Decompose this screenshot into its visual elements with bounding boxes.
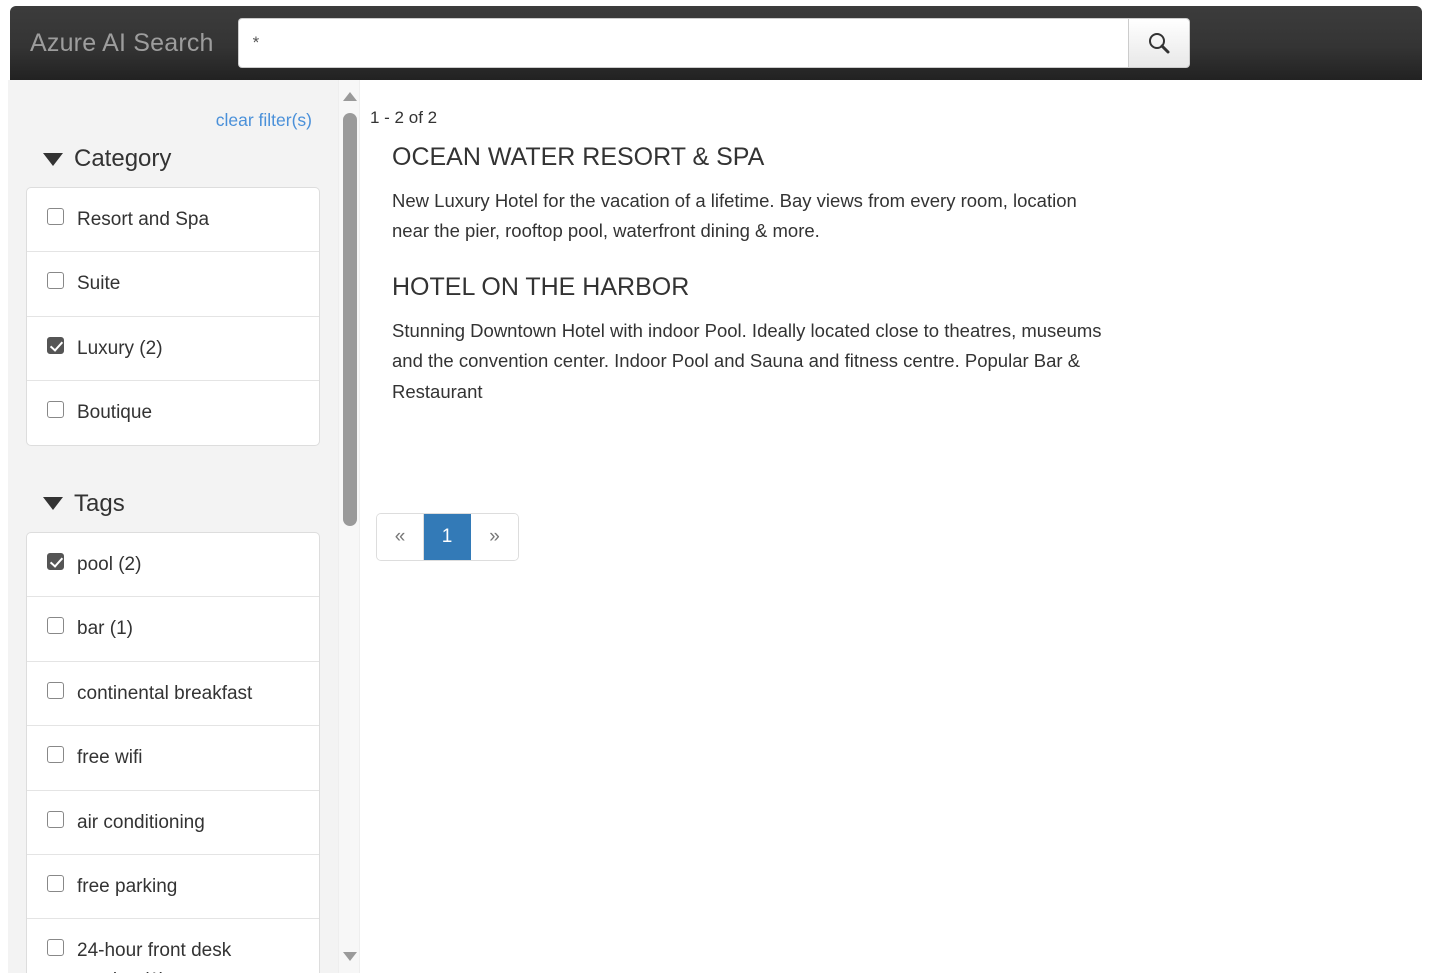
checkbox-icon[interactable] (47, 401, 64, 419)
checkbox-icon[interactable] (47, 810, 64, 828)
content-area: clear filter(s) Category Resort and Spa … (0, 80, 1432, 973)
facet-item-label: continental breakfast (77, 682, 253, 704)
facet-item-luxury[interactable]: Luxury (2) (27, 317, 319, 382)
facet-item-free-parking[interactable]: free parking (27, 855, 319, 920)
facet-item-continental-breakfast[interactable]: continental breakfast (27, 662, 319, 727)
facet-header-category[interactable]: Category (26, 135, 320, 187)
result-title[interactable]: HOTEL ON THE HARBOR (392, 272, 1402, 302)
facet-item-boutique[interactable]: Boutique (27, 381, 319, 444)
pagination: « 1 » (376, 512, 519, 561)
result-count-label: 1 - 2 of 2 (370, 108, 438, 127)
checkbox-icon[interactable] (47, 681, 64, 699)
caret-down-icon (43, 497, 63, 511)
checkbox-icon[interactable] (47, 874, 64, 892)
checkbox-icon[interactable] (47, 208, 64, 225)
facet-item-label: Luxury (2) (77, 337, 163, 359)
facet-list-category: Resort and Spa Suite Luxury (2) Boutique (26, 187, 320, 446)
facet-item-resort-and-spa[interactable]: Resort and Spa (27, 188, 319, 253)
facet-list-tags: pool (2) bar (1) continental breakfast f… (26, 531, 320, 973)
facet-item-label: Resort and Spa (77, 209, 210, 230)
facet-item-bar[interactable]: bar (1) (27, 597, 319, 662)
clear-filters-link[interactable]: clear filter(s) (216, 110, 312, 130)
pagination-next-button[interactable]: » (471, 513, 518, 560)
result-description: Stunning Downtown Hotel with indoor Pool… (392, 320, 1102, 402)
facet-item-label: bar (1) (77, 618, 133, 640)
caret-down-icon (43, 152, 63, 166)
top-navbar: Azure AI Search (10, 6, 1422, 80)
facet-item-label: 24-hour front desk service (1) (77, 940, 232, 973)
clear-filters-row: clear filter(s) (26, 80, 320, 135)
results-panel: 1 - 2 of 2 OCEAN WATER RESORT & SPA New … (362, 80, 1422, 973)
scrollbar-thumb[interactable] (343, 113, 357, 526)
facet-item-label: pool (2) (77, 553, 142, 575)
checkbox-icon[interactable] (47, 617, 64, 635)
facet-title-tags: Tags (74, 489, 125, 517)
result-item[interactable]: HOTEL ON THE HARBOR Stunning Downtown Ho… (370, 272, 1402, 406)
sidebar-scrollbar[interactable] (338, 80, 360, 973)
facet-title-category: Category (74, 145, 172, 172)
facet-item-24-hour-front-desk-service[interactable]: 24-hour front desk service (1) (27, 919, 319, 973)
result-item[interactable]: OCEAN WATER RESORT & SPA New Luxury Hote… (370, 142, 1402, 246)
facet-item-label: air conditioning (77, 811, 205, 833)
search-icon (1146, 30, 1172, 56)
facet-item-label: Boutique (77, 402, 153, 424)
pagination-page-1-button[interactable]: 1 (424, 513, 471, 560)
search-input[interactable] (237, 18, 1128, 68)
facet-item-suite[interactable]: Suite (27, 252, 319, 317)
filters-sidebar: clear filter(s) Category Resort and Spa … (8, 80, 338, 973)
facet-item-label: free wifi (77, 747, 143, 769)
checkbox-checked-icon[interactable] (47, 552, 64, 570)
search-group (237, 18, 1190, 68)
scroll-down-arrow-icon[interactable] (343, 952, 357, 961)
checkbox-checked-icon[interactable] (47, 336, 64, 354)
result-description: New Luxury Hotel for the vacation of a l… (392, 190, 1077, 242)
search-button[interactable] (1127, 18, 1190, 68)
checkbox-icon[interactable] (47, 939, 64, 957)
app-brand-title: Azure AI Search (30, 28, 214, 57)
facet-header-tags[interactable]: Tags (26, 480, 320, 532)
app-root: Azure AI Search clear filter(s) (0, 0, 1432, 973)
result-title[interactable]: OCEAN WATER RESORT & SPA (392, 142, 1402, 172)
checkbox-icon[interactable] (47, 272, 64, 290)
facet-item-label: free parking (77, 875, 178, 897)
checkbox-icon[interactable] (47, 746, 64, 764)
facet-item-air-conditioning[interactable]: air conditioning (27, 791, 319, 855)
facet-item-free-wifi[interactable]: free wifi (27, 726, 319, 791)
facet-item-label: Suite (77, 273, 121, 295)
pagination-prev-button[interactable]: « (377, 513, 424, 560)
scroll-up-arrow-icon[interactable] (343, 92, 357, 101)
facet-item-pool[interactable]: pool (2) (27, 533, 319, 598)
